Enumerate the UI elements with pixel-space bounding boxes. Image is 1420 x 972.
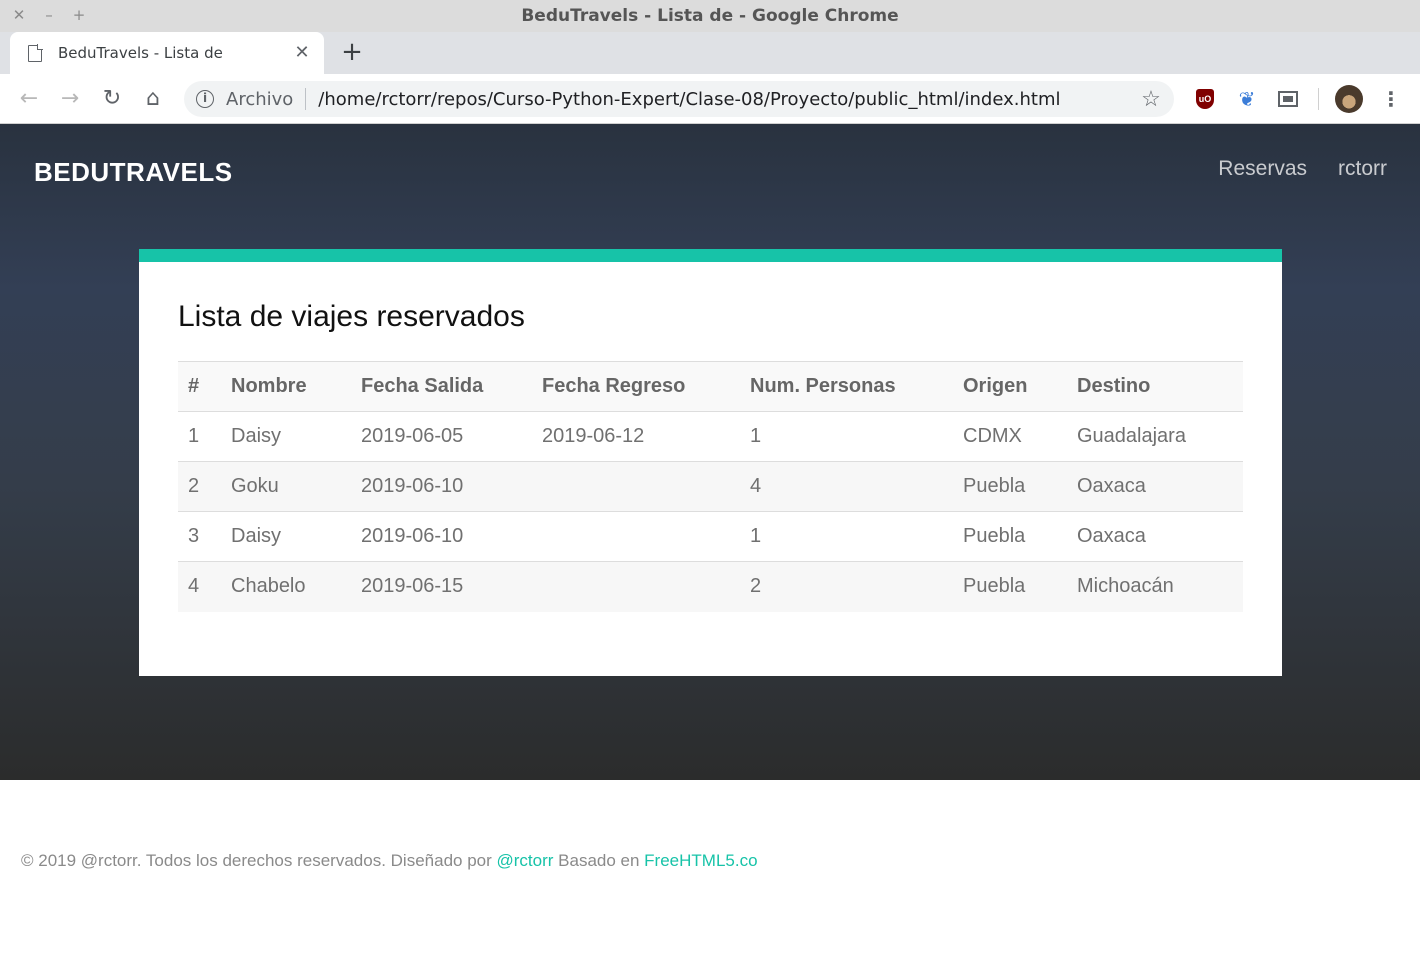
- reservations-card: Lista de viajes reservados # Nombre Fech…: [139, 249, 1282, 676]
- browser-toolbar: ← → ↻ ⌂ i Archivo /home/rctorr/repos/Cur…: [0, 74, 1420, 124]
- header-destino: Destino: [1067, 361, 1243, 412]
- tab-active[interactable]: BeduTravels - Lista de ✕: [10, 32, 324, 74]
- table-row: 2 Goku 2019-06-10 4 Puebla Oaxaca: [178, 461, 1243, 512]
- cell-fecha-regreso: 2019-06-12: [542, 425, 645, 447]
- window-title: BeduTravels - Lista de - Google Chrome: [521, 6, 899, 26]
- cell-num-personas: 2: [740, 561, 953, 612]
- origin-chip[interactable]: Archivo: [226, 89, 293, 110]
- card-title: Lista de viajes reservados: [178, 300, 525, 333]
- footer-freehtml5-link[interactable]: FreeHTML5.co: [644, 851, 757, 870]
- page-icon: [28, 44, 43, 62]
- reservations-table: # Nombre Fecha Salida Fecha Regreso Num.…: [178, 361, 1243, 612]
- header-fecha-salida: Fecha Salida: [351, 361, 532, 412]
- site-brand-logo[interactable]: BEDUTRAVELS: [34, 157, 233, 188]
- footer-copyright-text: © 2019 @rctorr. Todos los derechos reser…: [21, 851, 497, 870]
- feather-icon: ❦: [1238, 88, 1256, 111]
- cell-fecha-regreso: [532, 561, 740, 612]
- footer-based-on-text: Basado en: [553, 851, 645, 870]
- cell-nombre: Daisy: [221, 511, 351, 562]
- nav-link-reservas[interactable]: Reservas: [1218, 157, 1307, 181]
- feather-extension-button[interactable]: ❦: [1234, 86, 1260, 112]
- address-bar[interactable]: i Archivo /home/rctorr/repos/Curso-Pytho…: [184, 81, 1174, 117]
- cell-number: 1: [188, 425, 200, 447]
- cell-fecha-regreso: [532, 461, 740, 512]
- web-page: BEDUTRAVELS Reservas rctorr Lista de via…: [0, 124, 1420, 972]
- toolbar-separator: [1318, 88, 1319, 110]
- forward-button[interactable]: →: [57, 86, 83, 112]
- cell-nombre: Chabelo: [221, 561, 351, 612]
- chrome-menu-icon[interactable]: ⋮: [1378, 86, 1404, 112]
- table-row: 4 Chabelo 2019-06-15 2 Puebla Michoacán: [178, 561, 1243, 612]
- cell-fecha-salida: 2019-06-10: [351, 461, 532, 512]
- tab-title: BeduTravels - Lista de: [58, 44, 223, 62]
- cell-num-personas: 1: [750, 425, 762, 447]
- cell-num-personas: 4: [740, 461, 953, 512]
- cell-nombre: Daisy: [231, 425, 282, 447]
- cell-origen: Puebla: [953, 561, 1067, 612]
- cell-destino: Guadalajara: [1077, 425, 1186, 447]
- hero-section: BEDUTRAVELS Reservas rctorr Lista de via…: [0, 124, 1420, 780]
- screen-capture-extension-button[interactable]: [1275, 86, 1301, 112]
- table-row: 1 Daisy 2019-06-05 2019-06-12 1 CDMX Gua…: [178, 412, 1243, 462]
- cell-origen: Puebla: [953, 511, 1067, 562]
- bookmark-star-icon[interactable]: ☆: [1138, 86, 1164, 112]
- cell-destino: Michoacán: [1067, 561, 1243, 612]
- window-maximize-button[interactable]: +: [70, 5, 88, 25]
- header-origen: Origen: [953, 361, 1067, 412]
- cell-fecha-salida: 2019-06-10: [351, 511, 532, 562]
- cell-nombre: Goku: [221, 461, 351, 512]
- window-controls: ✕ – +: [10, 5, 88, 25]
- table-header-row: # Nombre Fecha Salida Fecha Regreso Num.…: [178, 361, 1243, 412]
- new-tab-button[interactable]: +: [338, 38, 366, 66]
- tab-strip: BeduTravels - Lista de ✕ +: [0, 32, 1420, 74]
- cell-origen: Puebla: [953, 461, 1067, 512]
- header-fecha-regreso: Fecha Regreso: [532, 361, 740, 412]
- address-separator: [305, 88, 307, 110]
- screen-capture-icon: [1278, 91, 1298, 107]
- window-titlebar: ✕ – + BeduTravels - Lista de - Google Ch…: [0, 0, 1420, 32]
- cell-fecha-salida: 2019-06-15: [351, 561, 532, 612]
- cell-destino: Oaxaca: [1067, 461, 1243, 512]
- header-number: #: [178, 361, 221, 412]
- header-nombre: Nombre: [221, 361, 351, 412]
- info-icon[interactable]: i: [196, 90, 214, 108]
- cell-number: 3: [178, 511, 221, 562]
- ublock-extension-button[interactable]: uO: [1192, 86, 1218, 112]
- window-minimize-button[interactable]: –: [40, 5, 58, 25]
- nav-link-user[interactable]: rctorr: [1338, 157, 1387, 181]
- ublock-icon: uO: [1196, 89, 1214, 109]
- window-close-button[interactable]: ✕: [10, 5, 28, 25]
- header-num-personas: Num. Personas: [740, 361, 953, 412]
- cell-number: 4: [178, 561, 221, 612]
- home-button[interactable]: ⌂: [140, 86, 166, 112]
- reload-button[interactable]: ↻: [99, 86, 125, 112]
- back-button[interactable]: ←: [16, 86, 42, 112]
- cell-origen: CDMX: [963, 425, 1022, 447]
- footer-author-link[interactable]: @rctorr: [497, 851, 554, 870]
- cell-num-personas: 1: [740, 511, 953, 562]
- cell-destino: Oaxaca: [1067, 511, 1243, 562]
- profile-avatar[interactable]: [1335, 85, 1363, 113]
- cell-fecha-regreso: [532, 511, 740, 562]
- site-footer: © 2019 @rctorr. Todos los derechos reser…: [21, 851, 758, 871]
- site-nav: Reservas rctorr: [1218, 157, 1387, 181]
- table-row: 3 Daisy 2019-06-10 1 Puebla Oaxaca: [178, 511, 1243, 562]
- cell-fecha-salida: 2019-06-05: [361, 425, 464, 447]
- cell-number: 2: [178, 461, 221, 512]
- tab-close-icon[interactable]: ✕: [292, 43, 312, 63]
- url-text[interactable]: /home/rctorr/repos/Curso-Python-Expert/C…: [318, 89, 1138, 110]
